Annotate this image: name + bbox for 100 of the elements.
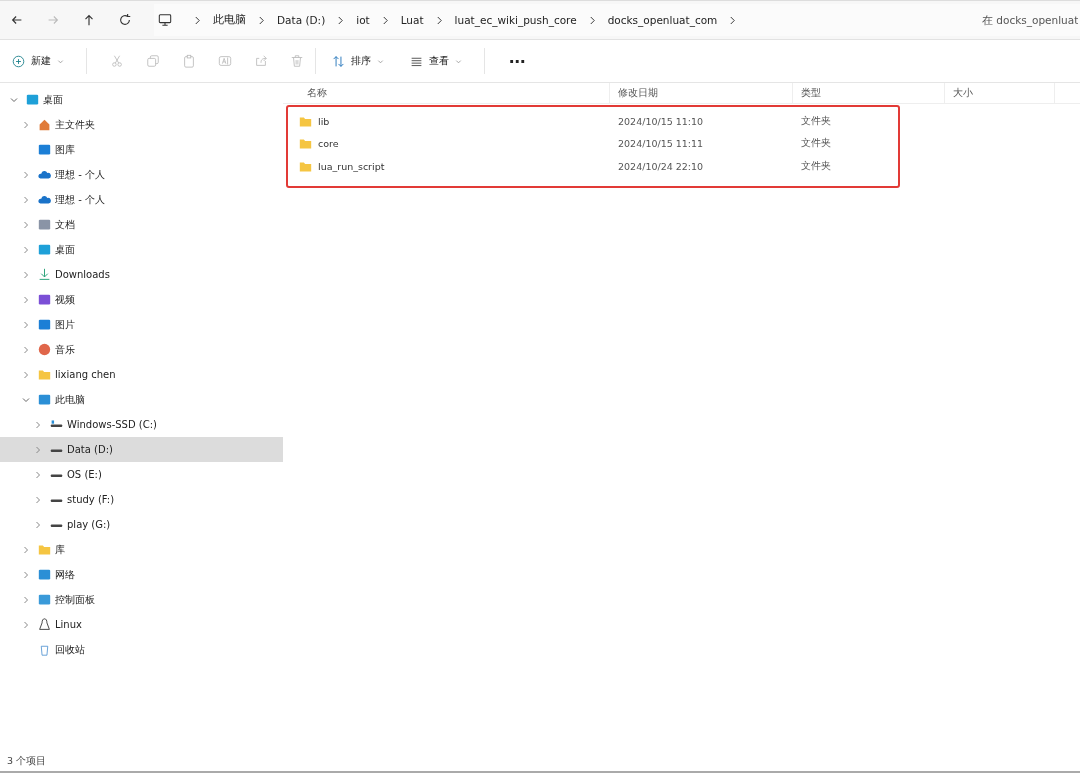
sidebar-item[interactable]: 主文件夹 — [0, 112, 283, 137]
modified-date: 2024/10/24 22:10 — [617, 160, 705, 172]
column-header[interactable]: 名称 — [283, 83, 610, 103]
sidebar-item[interactable]: 此电脑 — [0, 387, 283, 412]
breadcrumb-item[interactable]: 此电脑 — [213, 13, 246, 27]
desktop-icon — [26, 93, 39, 106]
sort-button[interactable]: 排序 — [328, 50, 388, 72]
sidebar-item[interactable]: 库 — [0, 537, 283, 562]
status-text: 3 个项目 — [0, 751, 1080, 773]
chevron-icon[interactable] — [435, 15, 443, 25]
sidebar-item[interactable]: 视频 — [0, 287, 283, 312]
cut-icon[interactable] — [110, 54, 124, 68]
cloud-icon — [38, 193, 51, 206]
chevron-right-icon[interactable] — [22, 370, 30, 379]
breadcrumb-item[interactable]: Data (D:) — [277, 14, 326, 26]
share-icon[interactable] — [254, 54, 268, 68]
breadcrumb-item[interactable]: docks_openluat_com — [607, 14, 718, 26]
delete-icon[interactable] — [290, 54, 304, 68]
chevron-right-icon[interactable] — [22, 170, 30, 179]
chevron-icon[interactable] — [194, 15, 201, 25]
folder-icon — [38, 368, 51, 381]
file-name[interactable]: core — [283, 137, 610, 151]
chevron-right-icon[interactable] — [34, 420, 42, 429]
sort-icon — [332, 54, 345, 68]
breadcrumb-item[interactable]: Luat — [400, 14, 424, 26]
home-icon — [38, 118, 51, 131]
chevron-right-icon[interactable] — [22, 120, 30, 129]
sidebar-item[interactable]: 理想 - 个人 — [0, 187, 283, 212]
column-header[interactable]: 类型 — [793, 83, 945, 103]
sidebar-item[interactable]: 桌面 — [0, 237, 283, 262]
desktop-icon — [38, 243, 51, 256]
chevron-right-icon[interactable] — [22, 570, 30, 579]
caret-icon — [455, 57, 462, 65]
sidebar-item[interactable]: 回收站 — [0, 637, 283, 662]
chevron-right-icon[interactable] — [22, 195, 30, 204]
breadcrumb-item[interactable]: iot — [356, 14, 370, 26]
cloud-icon — [38, 168, 51, 181]
modified-date: 2024/10/15 11:11 — [617, 138, 705, 150]
sidebar-item[interactable]: OS (E:) — [0, 462, 283, 487]
chevron-icon[interactable] — [729, 15, 737, 25]
chevron-right-icon[interactable] — [22, 220, 30, 229]
chevron-right-icon[interactable] — [34, 520, 42, 529]
sidebar-item[interactable]: Data (D:) — [0, 437, 283, 462]
chevron-icon[interactable] — [381, 15, 389, 25]
sidebar-item[interactable]: 控制面板 — [0, 587, 283, 612]
sidebar-item[interactable]: lixiang chen — [0, 362, 283, 387]
folder-icon — [299, 159, 312, 173]
sidebar-item[interactable]: Linux — [0, 612, 283, 637]
file-name[interactable]: lib — [283, 114, 610, 128]
rename-icon[interactable] — [218, 54, 232, 68]
column-header[interactable]: 大小 — [945, 83, 1055, 103]
chevron-right-icon[interactable] — [22, 545, 30, 554]
sidebar-item[interactable]: 图库 — [0, 137, 283, 162]
chevron-down-icon[interactable] — [22, 395, 30, 404]
folder-icon — [299, 137, 312, 151]
sidebar-item[interactable]: 理想 - 个人 — [0, 162, 283, 187]
sidebar-item[interactable]: 网络 — [0, 562, 283, 587]
plus-circle-icon — [12, 54, 25, 68]
caret-icon — [377, 57, 384, 65]
sidebar-item[interactable]: 音乐 — [0, 337, 283, 362]
monitor-icon — [158, 13, 172, 27]
up-arrow-icon[interactable] — [82, 13, 96, 27]
caret-icon — [57, 57, 64, 65]
copy-icon[interactable] — [146, 54, 160, 68]
chevron-right-icon[interactable] — [34, 445, 42, 454]
chevron-icon[interactable] — [337, 15, 345, 25]
file-name[interactable]: lua_run_script — [283, 159, 610, 173]
chevron-right-icon[interactable] — [22, 295, 30, 304]
chevron-right-icon[interactable] — [22, 345, 30, 354]
column-header[interactable]: 修改日期 — [610, 83, 793, 103]
chevron-icon[interactable] — [588, 15, 596, 25]
chevron-right-icon[interactable] — [22, 320, 30, 329]
view-button[interactable]: 查看 — [406, 50, 466, 72]
more-button[interactable]: ⋯ — [505, 47, 529, 75]
sidebar-item[interactable]: 图片 — [0, 312, 283, 337]
breadcrumb-item[interactable]: luat_ec_wiki_push_core — [454, 14, 577, 26]
chevron-right-icon[interactable] — [22, 620, 30, 629]
file-type: 文件夹 — [800, 137, 832, 151]
chevron-right-icon[interactable] — [22, 595, 30, 604]
new-button[interactable]: 新建 — [8, 50, 68, 72]
sidebar-item[interactable]: Windows-SSD (C:) — [0, 412, 283, 437]
paste-icon[interactable] — [182, 54, 196, 68]
sidebar-item[interactable]: study (F:) — [0, 487, 283, 512]
address-bar[interactable]: 此电脑 Data (D:) iot Luat luat_ec_wiki_push_core docks_openluat_com — [154, 4, 972, 36]
chevron-right-icon[interactable] — [22, 270, 30, 279]
back-icon[interactable] — [10, 13, 24, 27]
file-type: 文件夹 — [800, 159, 832, 173]
chevron-icon[interactable] — [258, 15, 265, 25]
chevron-down-icon[interactable] — [10, 95, 18, 104]
search-field[interactable]: 在 docks_openluat — [972, 4, 1080, 36]
modified-date: 2024/10/15 11:10 — [617, 115, 705, 127]
sidebar-item[interactable]: 文档 — [0, 212, 283, 237]
sidebar-item[interactable]: Downloads — [0, 262, 283, 287]
chevron-right-icon[interactable] — [34, 495, 42, 504]
refresh-icon[interactable] — [118, 13, 132, 27]
file-type: 文件夹 — [800, 114, 832, 128]
chevron-right-icon[interactable] — [22, 245, 30, 254]
sidebar-item[interactable]: 桌面 — [0, 87, 283, 112]
sidebar-item[interactable]: play (G:) — [0, 512, 283, 537]
chevron-right-icon[interactable] — [34, 470, 42, 479]
